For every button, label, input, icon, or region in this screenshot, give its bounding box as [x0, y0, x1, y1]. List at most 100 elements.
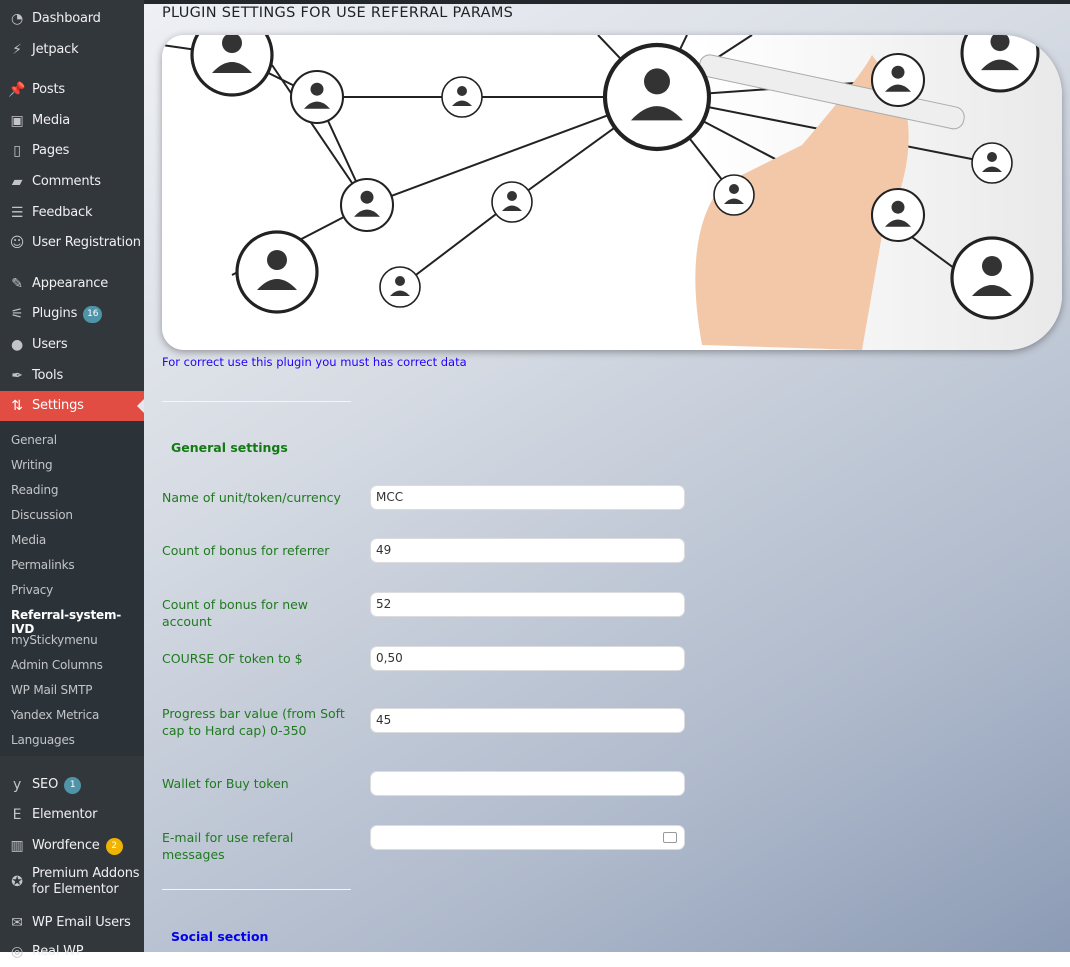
sidebar-item-posts[interactable]: 📌 Posts: [0, 75, 144, 105]
media-icon: ▣: [10, 113, 24, 129]
sidebar-item-pages[interactable]: ▯ Pages: [0, 136, 144, 166]
sidebar-item-label: Wordfence: [32, 838, 100, 853]
submenu-item-writing[interactable]: Writing: [11, 458, 53, 472]
divider: [162, 401, 351, 402]
wordfence-icon: ▥: [10, 838, 24, 854]
count-badge: 2: [105, 837, 123, 855]
sidebar-item-label: Real WP: [32, 944, 84, 959]
sidebar-item-real-wp[interactable]: ◎ Real WP: [0, 937, 144, 967]
sidebar-item-comments[interactable]: ▰ Comments: [0, 167, 144, 197]
field-input[interactable]: MCC: [370, 485, 685, 510]
sidebar-item-label: Elementor: [32, 807, 98, 822]
field-label: Count of bonus for referrer: [162, 543, 330, 558]
sidebar-item-premium-addons-for-elementor[interactable]: ✪ Premium Addons for Elementor: [0, 862, 144, 902]
main-content: PLUGIN SETTINGS FOR USE REFERRAL PARAMS: [144, 0, 1070, 952]
sidebar-item-label: Premium Addons for Elementor: [32, 866, 140, 897]
submenu-item-permalinks[interactable]: Permalinks: [11, 558, 75, 572]
divider: [162, 889, 351, 890]
field-value: 45: [376, 713, 392, 727]
submenu-item-general[interactable]: General: [11, 433, 57, 447]
page-title: PLUGIN SETTINGS FOR USE REFERRAL PARAMS: [162, 5, 514, 21]
elementor-icon: E: [12, 807, 22, 823]
sidebar-item-label: Tools: [32, 368, 64, 383]
field-input[interactable]: [370, 825, 685, 850]
admin-sidebar: General Writing Reading Discussion Media Perm…: [0, 0, 144, 960]
submenu-item-mystickymenu[interactable]: myStickymenu: [11, 633, 98, 647]
sidebar-item-label: Comments: [32, 174, 101, 189]
yoast-icon: y: [12, 777, 22, 793]
count-badge: 16: [83, 305, 103, 323]
sidebar-item-jetpack[interactable]: ⚡ Jetpack: [0, 35, 144, 65]
info-note: For correct use this plugin you must has…: [162, 355, 467, 369]
sidebar-item-label: Posts: [32, 82, 65, 97]
field-label: Wallet for Buy token: [162, 776, 289, 791]
submenu-item-discussion[interactable]: Discussion: [11, 508, 73, 522]
field-label: Name of unit/token/currency: [162, 490, 341, 505]
sidebar-item-wordfence[interactable]: ▥ Wordfence 2: [0, 831, 144, 861]
field-value: 0,50: [376, 651, 403, 665]
network-banner-image: [162, 35, 1062, 350]
field-value: 52: [376, 597, 392, 611]
envelope-icon: ✉: [11, 915, 23, 931]
sidebar-item-label: User Registration: [32, 235, 141, 250]
sidebar-item-label: Settings: [32, 398, 84, 413]
field-input[interactable]: 0,50: [370, 646, 685, 671]
sidebar-item-label: WP Email Users: [32, 915, 131, 930]
sidebar-item-label: Jetpack: [32, 42, 79, 57]
sidebar-item-label: Feedback: [32, 205, 93, 220]
sidebar-item-label: Plugins: [32, 306, 78, 321]
sidebar-item-user-registration[interactable]: ☺ User Registration: [0, 228, 144, 258]
users-icon: ●: [10, 337, 24, 353]
jetpack-icon: ⚡: [12, 42, 22, 58]
admin-bar-edge: [144, 0, 1070, 4]
user-registration-icon: ☺: [9, 235, 25, 251]
field-value: MCC: [376, 490, 404, 504]
sidebar-item-appearance[interactable]: ✎ Appearance: [0, 269, 144, 299]
social-section-heading: Social section: [171, 929, 269, 944]
wrench-icon: ✒: [11, 368, 23, 384]
sidebar-item-media[interactable]: ▣ Media: [0, 106, 144, 136]
field-label: Progress bar value (from Soft cap to Har…: [162, 706, 345, 738]
sidebar-item-seo[interactable]: y SEO 1: [0, 770, 144, 800]
sidebar-item-label: SEO: [32, 777, 59, 792]
sidebar-item-elementor[interactable]: E Elementor: [0, 800, 144, 830]
field-label: Count of bonus for new account: [162, 597, 309, 629]
sidebar-item-users[interactable]: ● Users: [0, 330, 144, 360]
field-label: E-mail for use referal messages: [162, 830, 294, 862]
realwp-icon: ◎: [10, 944, 24, 960]
field-input[interactable]: [370, 771, 685, 796]
autofill-card-icon[interactable]: [663, 832, 677, 843]
sidebar-item-wp-email-users[interactable]: ✉ WP Email Users: [0, 908, 144, 938]
settings-submenu: General Writing Reading Discussion Media Perm…: [0, 421, 144, 756]
submenu-item-admin-columns[interactable]: Admin Columns: [11, 658, 103, 672]
feedback-icon: ☰: [10, 205, 24, 221]
submenu-item-privacy[interactable]: Privacy: [11, 583, 53, 597]
field-input[interactable]: 52: [370, 592, 685, 617]
sidebar-item-feedback[interactable]: ☰ Feedback: [0, 198, 144, 228]
submenu-item-referral-system-ivd[interactable]: Referral-system-IVD: [11, 608, 144, 636]
sidebar-item-label: Pages: [32, 143, 70, 158]
field-input[interactable]: 45: [370, 708, 685, 733]
dashboard-icon: ◔: [10, 11, 24, 27]
submenu-item-languages[interactable]: Languages: [11, 733, 75, 747]
field-value: 49: [376, 543, 392, 557]
field-input[interactable]: 49: [370, 538, 685, 563]
comment-icon: ▰: [11, 174, 23, 190]
submenu-item-reading[interactable]: Reading: [11, 483, 59, 497]
sidebar-item-label: Appearance: [32, 276, 109, 291]
sidebar-item-settings[interactable]: ⇅ Settings: [0, 391, 144, 421]
sidebar-item-dashboard[interactable]: ◔ Dashboard: [0, 4, 144, 34]
brush-icon: ✎: [11, 276, 23, 292]
sidebar-item-tools[interactable]: ✒ Tools: [0, 361, 144, 391]
submenu-item-wp-mail-smtp[interactable]: WP Mail SMTP: [11, 683, 92, 697]
settings-icon: ⇅: [11, 398, 23, 414]
sidebar-item-label: Media: [32, 113, 71, 128]
sidebar-item-plugins[interactable]: ⚟ Plugins 16: [0, 299, 144, 329]
pin-icon: 📌: [8, 82, 26, 98]
field-label: COURSE OF token to $: [162, 651, 303, 666]
submenu-item-yandex-metrica[interactable]: Yandex Metrica: [11, 708, 99, 722]
submenu-item-media[interactable]: Media: [11, 533, 46, 547]
pages-icon: ▯: [13, 143, 21, 159]
sidebar-item-label: Dashboard: [32, 11, 101, 26]
plug-icon: ⚟: [10, 306, 24, 322]
